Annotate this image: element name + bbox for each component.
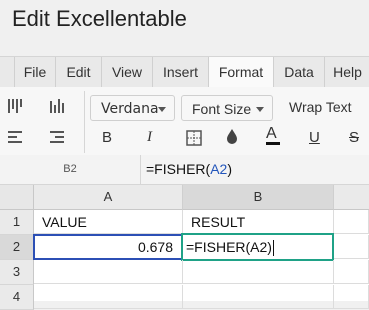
formula-prefix: =FISHER(: [146, 161, 211, 177]
formula-input[interactable]: =FISHER(A2): [146, 155, 232, 184]
font-size-label: Font Size: [192, 101, 252, 117]
tab-insert[interactable]: Insert: [152, 57, 208, 87]
strikethrough-button[interactable]: S: [349, 129, 359, 146]
cell-b1[interactable]: RESULT: [183, 210, 334, 234]
spreadsheet-grid: A B 1 2 3 4 VALUE RESULT 0.678 =FISHER(A…: [0, 185, 369, 310]
column-header-a[interactable]: A: [34, 185, 183, 210]
borders-icon[interactable]: [185, 129, 203, 147]
row-header-1[interactable]: 1: [0, 210, 34, 235]
cell-a2[interactable]: 0.678: [33, 234, 183, 260]
fill-color-icon[interactable]: [223, 127, 241, 147]
formula-suffix: ): [227, 161, 232, 177]
cell-b3[interactable]: [183, 260, 334, 284]
title-bar: Edit Excellentable: [0, 0, 369, 56]
ribbon-divider: [84, 91, 85, 153]
tab-help[interactable]: Help: [324, 57, 369, 87]
formula-bar: B2 =FISHER(A2): [0, 155, 369, 185]
tab-format[interactable]: Format: [208, 57, 274, 88]
font-color-swatch: [266, 142, 280, 145]
tab-view[interactable]: View: [101, 57, 152, 87]
column-header-b[interactable]: B: [183, 185, 334, 210]
bold-button[interactable]: B: [102, 129, 112, 146]
align-top-icon[interactable]: [6, 97, 26, 115]
cell-a3[interactable]: [34, 260, 183, 284]
cell-reference[interactable]: B2: [0, 155, 141, 184]
cell-a1[interactable]: VALUE: [34, 210, 183, 234]
tab-file[interactable]: File: [14, 57, 55, 87]
italic-button[interactable]: I: [147, 129, 152, 146]
font-family-dropdown[interactable]: Verdana: [90, 95, 175, 121]
cell-b4[interactable]: [183, 285, 334, 309]
page-title: Edit Excellentable: [12, 6, 187, 31]
underline-button[interactable]: U: [309, 129, 320, 146]
format-ribbon: Verdana Font Size Wrap Text B I A U S: [0, 87, 369, 156]
row-header-3[interactable]: 3: [0, 260, 34, 285]
formula-ref: A2: [210, 161, 228, 177]
tab-edit[interactable]: Edit: [55, 57, 101, 87]
font-size-dropdown[interactable]: Font Size: [181, 95, 273, 121]
chevron-down-icon: [158, 107, 166, 112]
select-all-corner[interactable]: [0, 185, 34, 210]
cell-b2-editor[interactable]: =FISHER(A2): [181, 233, 334, 261]
align-right-icon[interactable]: [48, 129, 68, 147]
menu-tabs: File Edit View Insert Format Data Help: [0, 56, 369, 88]
wrap-text-button[interactable]: Wrap Text: [289, 99, 352, 115]
tab-data[interactable]: Data: [273, 57, 324, 87]
font-family-value: Verdana: [101, 101, 159, 117]
row-header-4[interactable]: 4: [0, 285, 34, 310]
cell-b2-text: =FISHER(A2): [186, 239, 272, 255]
cell-a4[interactable]: [34, 285, 183, 309]
row-header-2[interactable]: 2: [0, 235, 34, 260]
chevron-down-icon: [256, 107, 264, 112]
font-color-label: A: [266, 125, 277, 142]
align-bottom-icon[interactable]: [48, 97, 68, 115]
cell-c2[interactable]: [334, 235, 369, 259]
cell-c4[interactable]: [334, 285, 369, 309]
cell-c1[interactable]: [334, 210, 369, 234]
align-left-icon[interactable]: [6, 129, 26, 147]
cell-c3[interactable]: [334, 260, 369, 284]
font-color-button[interactable]: A: [266, 125, 280, 145]
column-header-c[interactable]: [334, 185, 369, 210]
text-cursor: [272, 240, 274, 257]
